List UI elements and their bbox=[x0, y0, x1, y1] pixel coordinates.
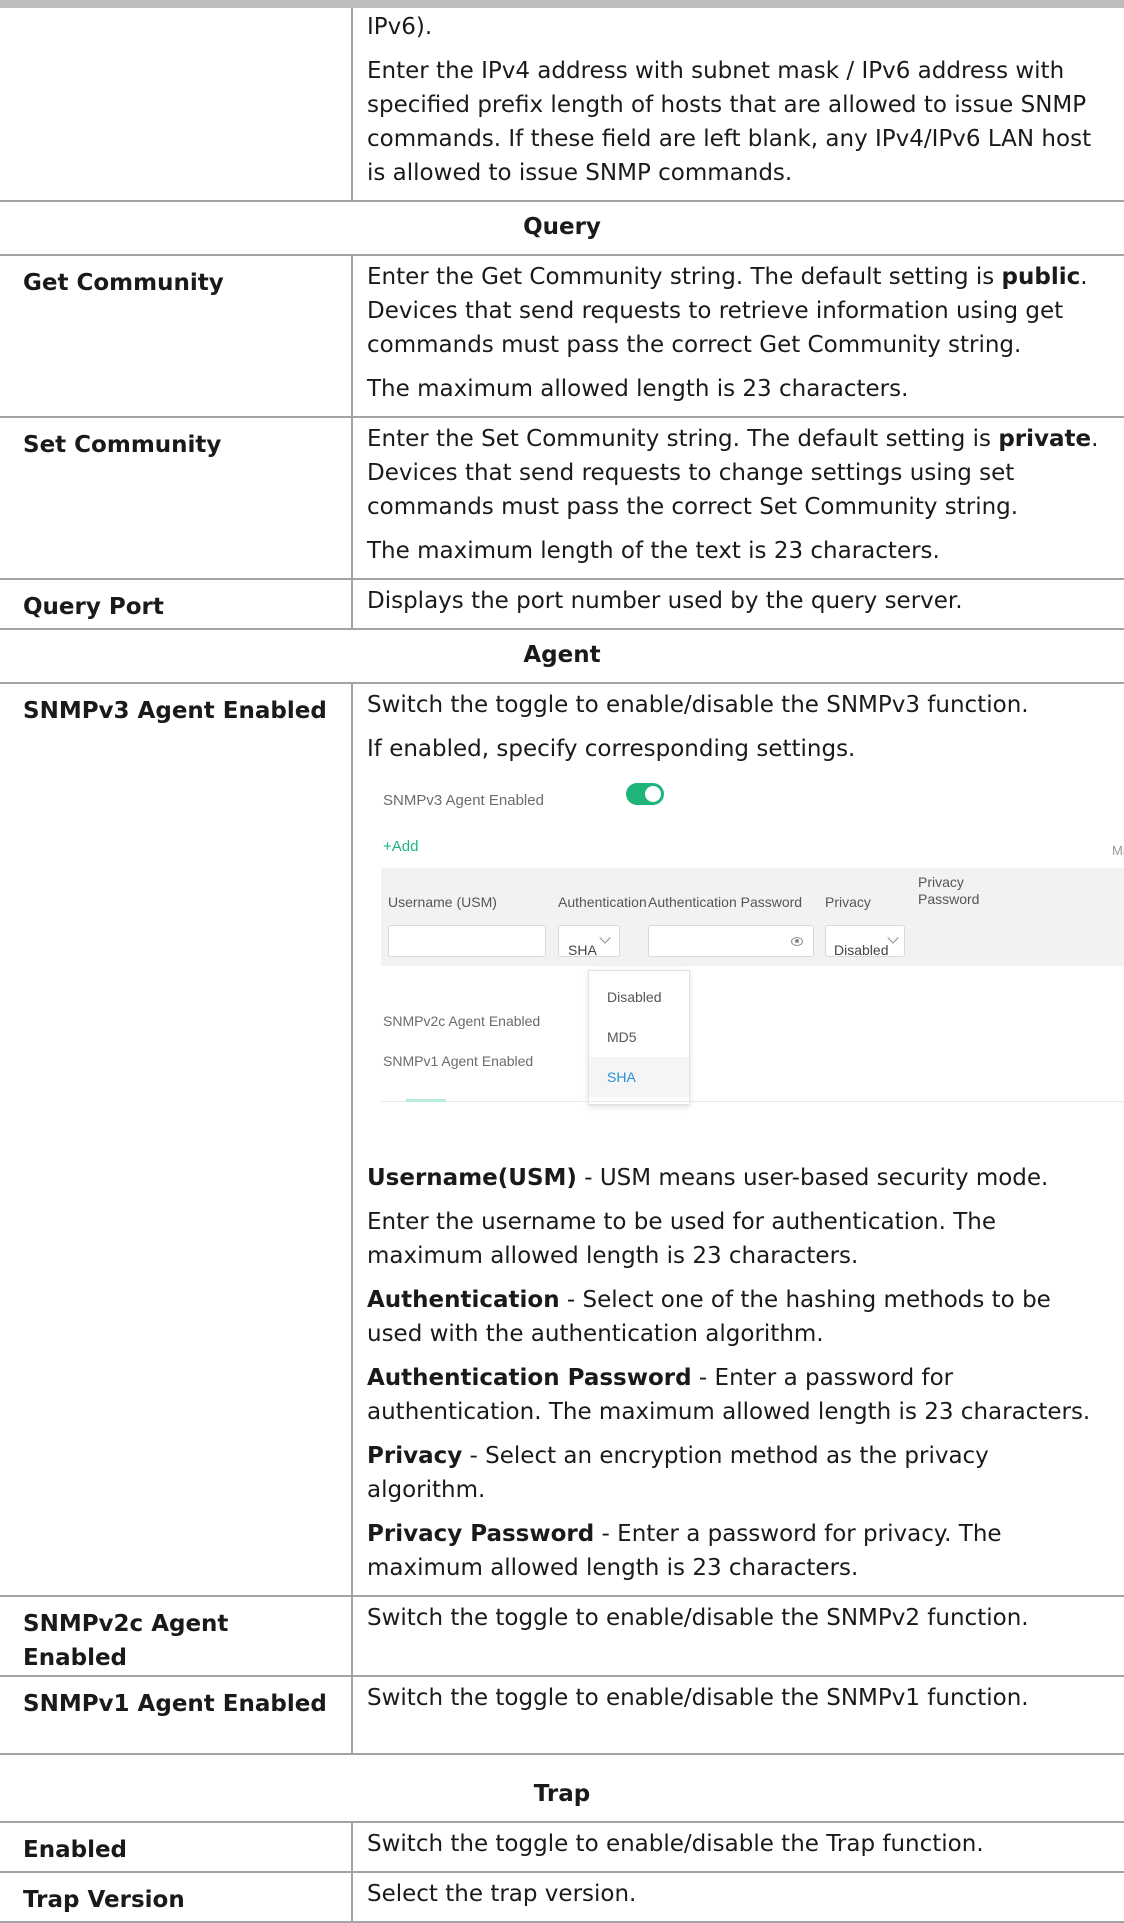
table-row: Trap Version Select the trap version. bbox=[0, 1872, 1124, 1922]
row-description: Switch the toggle to enable/disable the … bbox=[367, 1831, 984, 1857]
chevron-down-icon bbox=[599, 932, 611, 944]
row-label: Set Community bbox=[0, 417, 353, 579]
v3-agent-label: SNMPv3 Agent Enabled bbox=[383, 792, 544, 809]
dropdown-option-disabled[interactable]: Disabled bbox=[589, 977, 689, 1017]
row-description: Switch the toggle to enable/disable the … bbox=[367, 1685, 1029, 1711]
row-label: Enabled bbox=[0, 1822, 353, 1872]
privacy-select[interactable]: Disabled bbox=[825, 925, 905, 958]
table-row: Get Community Enter the Get Community st… bbox=[0, 255, 1124, 417]
row-label: Query Port bbox=[0, 579, 353, 629]
settings-screenshot: SNMPv3 Agent Enabled +Add Max: 3 Usernam… bbox=[381, 778, 1124, 1153]
intro-line: IPv6). bbox=[367, 14, 433, 40]
parameter-table: IPv6). Enter the IPv4 address with subne… bbox=[0, 8, 1124, 1923]
v2c-agent-label: SNMPv2c Agent Enabled bbox=[383, 1013, 541, 1029]
authentication-description: Authentication - Select one of the hashi… bbox=[367, 1287, 1051, 1347]
auth-password-description: Authentication Password - Enter a passwo… bbox=[367, 1365, 1091, 1425]
column-header-authentication: Authentication bbox=[558, 894, 647, 910]
row-label: SNMPv3 Agent Enabled bbox=[0, 683, 353, 1596]
intro-description: Enter the IPv4 address with subnet mask … bbox=[367, 58, 1092, 186]
dropdown-option-md5[interactable]: MD5 bbox=[589, 1017, 689, 1057]
document-page: IPv6). Enter the IPv4 address with subne… bbox=[0, 0, 1124, 1923]
row-description: Displays the port number used by the que… bbox=[367, 588, 963, 614]
v1-agent-label: SNMPv1 Agent Enabled bbox=[383, 1053, 534, 1069]
row-description: Select the trap version. bbox=[367, 1881, 637, 1907]
username-description: Username(USM) - USM means user-based sec… bbox=[367, 1165, 1049, 1191]
table-row: SNMPv1 Agent Enabled Switch the toggle t… bbox=[0, 1676, 1124, 1754]
section-header-query: Query bbox=[0, 201, 1124, 255]
v3-agent-toggle[interactable] bbox=[626, 783, 664, 805]
divider bbox=[381, 1101, 1124, 1102]
column-header-auth-password: Authentication Password bbox=[648, 894, 803, 910]
divider-accent bbox=[406, 1099, 446, 1102]
table-row: Set Community Enter the Set Community st… bbox=[0, 417, 1124, 579]
column-header-privacy-password: Privacy Password bbox=[918, 874, 980, 907]
privacy-description: Privacy - Select an encryption method as… bbox=[367, 1443, 989, 1503]
authentication-value: SHA bbox=[568, 942, 597, 958]
row-description: If enabled, specify corresponding settin… bbox=[367, 736, 856, 762]
privacy-password-description: Privacy Password - Enter a password for … bbox=[367, 1521, 1002, 1581]
username-description-2: Enter the username to be used for authen… bbox=[367, 1209, 997, 1269]
toggle-knob bbox=[645, 786, 661, 802]
chevron-down-icon bbox=[887, 932, 899, 944]
row-label: Get Community bbox=[0, 255, 353, 417]
authentication-dropdown: Disabled MD5 SHA bbox=[588, 970, 690, 1105]
table-row: Query Port Displays the port number used… bbox=[0, 579, 1124, 629]
row-description: The maximum length of the text is 23 cha… bbox=[367, 538, 940, 564]
eye-icon[interactable] bbox=[791, 937, 803, 946]
row-label: SNMPv1 Agent Enabled bbox=[0, 1676, 353, 1754]
column-header-username: Username (USM) bbox=[388, 894, 497, 910]
authentication-select[interactable]: SHA bbox=[558, 925, 620, 958]
section-header-agent: Agent bbox=[0, 629, 1124, 683]
row-description: Enter the Get Community string. The defa… bbox=[367, 264, 1088, 358]
auth-password-input[interactable] bbox=[648, 925, 814, 957]
row-description: Switch the toggle to enable/disable the … bbox=[367, 692, 1029, 718]
dropdown-option-sha[interactable]: SHA bbox=[589, 1057, 689, 1097]
row-description: The maximum allowed length is 23 charact… bbox=[367, 376, 909, 402]
add-button[interactable]: +Add bbox=[383, 830, 418, 864]
column-header-privacy: Privacy bbox=[825, 894, 871, 910]
table-row: IPv6). Enter the IPv4 address with subne… bbox=[0, 8, 1124, 201]
row-label: Trap Version bbox=[0, 1872, 353, 1922]
top-rule bbox=[0, 0, 1124, 8]
table-row: Enabled Switch the toggle to enable/disa… bbox=[0, 1822, 1124, 1872]
usm-table: Username (USM) Authentication Authentica… bbox=[381, 868, 1124, 966]
row-description: Enter the Set Community string. The defa… bbox=[367, 426, 1099, 520]
table-row: SNMPv3 Agent Enabled Switch the toggle t… bbox=[0, 683, 1124, 1596]
privacy-value: Disabled bbox=[834, 942, 889, 958]
section-header-trap: Trap bbox=[0, 1754, 1124, 1822]
username-input[interactable] bbox=[388, 925, 546, 957]
row-description: Switch the toggle to enable/disable the … bbox=[367, 1605, 1029, 1631]
max-count: Max: 3 bbox=[1111, 843, 1124, 858]
table-row: SNMPv2c Agent Enabled Switch the toggle … bbox=[0, 1596, 1124, 1676]
row-label: SNMPv2c Agent Enabled bbox=[0, 1596, 353, 1676]
